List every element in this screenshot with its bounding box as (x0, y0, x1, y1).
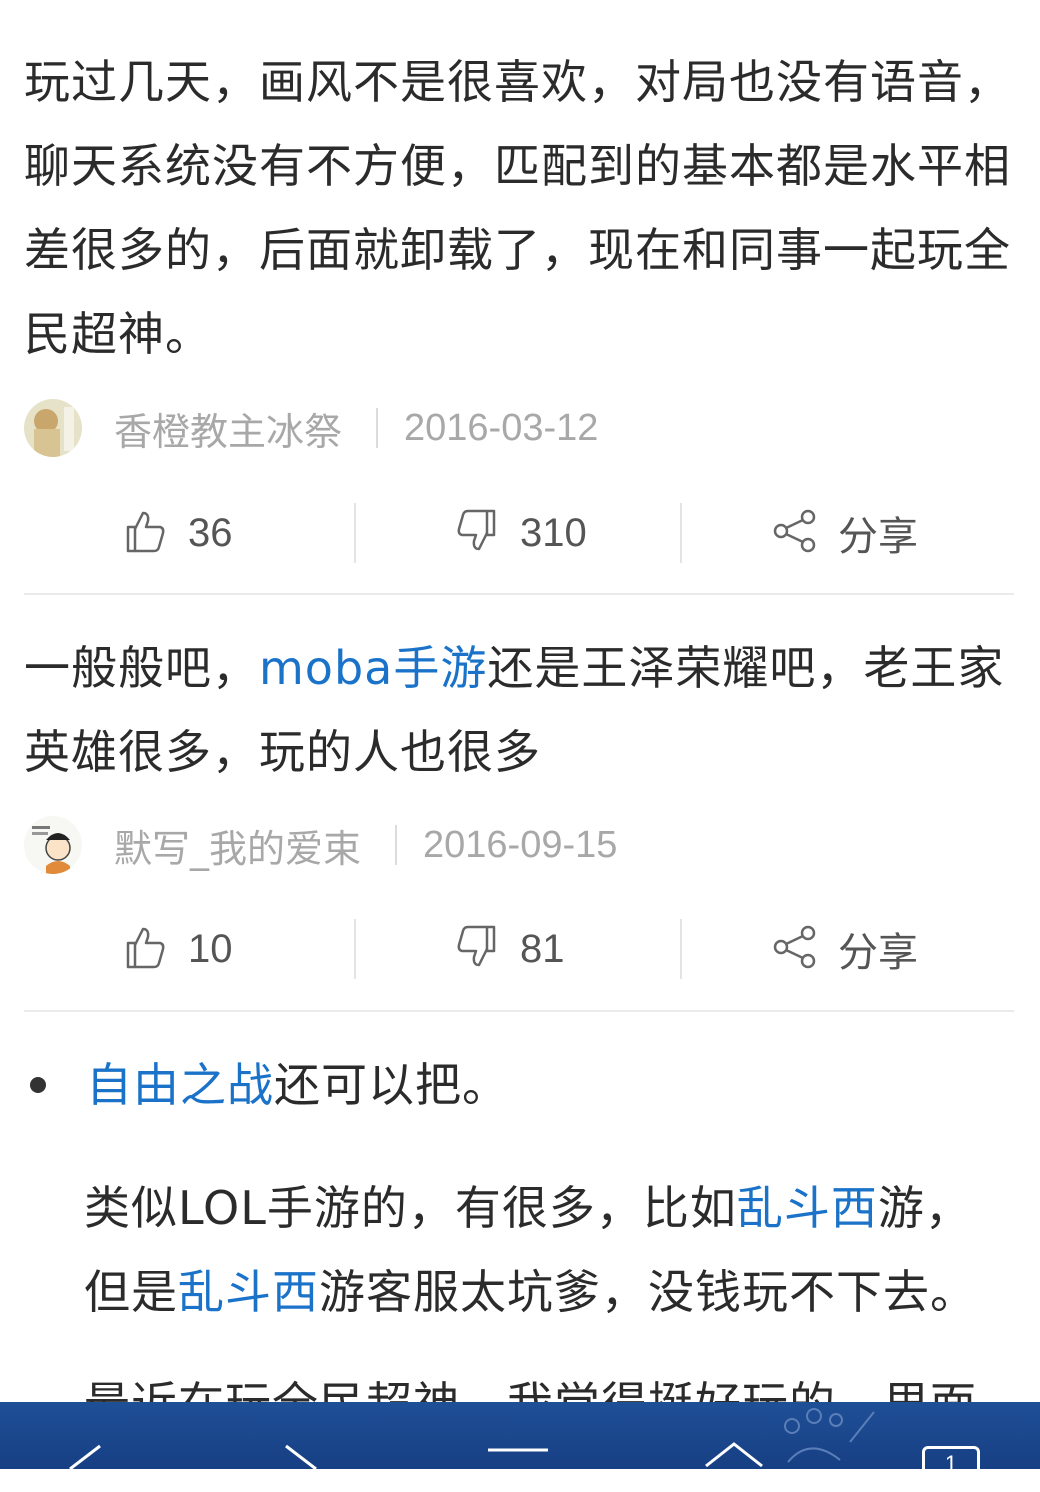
share-label: 分享 (838, 930, 918, 976)
action-divider (354, 503, 356, 563)
dislike-button[interactable]: 81 (456, 919, 565, 979)
post-date: 2016-03-12 (404, 406, 599, 449)
post-2-text: 一般般吧，moba手游还是王泽荣耀吧，老王家英雄很多，玩的人也很多 (24, 626, 1016, 794)
tab-count: 1 (944, 1451, 958, 1476)
action-divider (680, 919, 682, 979)
freedom-war-link[interactable]: 自由之战 (86, 1058, 274, 1112)
paw-watermark (770, 1402, 880, 1469)
meta-divider (376, 408, 379, 448)
action-divider (680, 503, 682, 563)
answer-p2-after: 游客服太坑爹，没钱玩不下去。 (319, 1265, 977, 1319)
back-button[interactable] (60, 1402, 110, 1471)
author-name[interactable]: 香橙教主冰祭 (114, 401, 342, 456)
home-icon (700, 1442, 770, 1473)
share-button[interactable]: 分享 (772, 503, 918, 563)
avatar[interactable] (24, 399, 82, 457)
post-2-text-before: 一般般吧， (24, 641, 259, 695)
share-label: 分享 (838, 514, 918, 560)
post-2-actions: 10 81 分享 (24, 919, 1014, 979)
answer-paragraph-2: 但是乱斗西游客服太坑爹，没钱玩不下去。 (84, 1250, 1016, 1334)
dislike-count: 81 (520, 926, 565, 971)
dislike-button[interactable]: 310 (456, 503, 587, 563)
back-icon (60, 1444, 110, 1473)
like-count: 36 (188, 510, 233, 555)
bottom-nav-bar: 1 (0, 1402, 1040, 1492)
post-1-actions: 36 310 分享 (24, 503, 1014, 563)
bullet-text: 自由之战还可以把。 (86, 1043, 1016, 1127)
thumbs-up-icon (124, 925, 166, 973)
thumbs-down-icon (456, 925, 498, 973)
menu-icon (484, 1448, 554, 1473)
paw-icon (770, 1408, 880, 1473)
post-date: 2016-09-15 (423, 823, 618, 866)
share-button[interactable]: 分享 (772, 919, 918, 979)
post-divider (24, 1010, 1014, 1012)
like-button[interactable]: 36 (124, 503, 233, 563)
share-icon (772, 509, 818, 557)
action-divider (354, 919, 356, 979)
luandou-link[interactable]: 乱斗西 (737, 1181, 878, 1235)
forward-icon (280, 1444, 330, 1473)
moba-link[interactable]: moba手游 (259, 641, 487, 695)
post-1-meta: 香橙教主冰祭 2016-03-12 (24, 398, 598, 458)
avatar[interactable] (24, 816, 82, 874)
post-2-meta: 默写_我的爱束 2016-09-15 (24, 815, 617, 875)
thumbs-down-icon (456, 509, 498, 557)
answer-p1-before: 类似LOL手游的，有很多，比如 (84, 1181, 737, 1235)
menu-button[interactable] (484, 1402, 554, 1469)
post-1-text: 玩过几天，画风不是很喜欢，对局也没有语音，聊天系统没有不方便，匹配到的基本都是水… (24, 55, 1011, 361)
author-name[interactable]: 默写_我的爱束 (114, 818, 361, 873)
bullet-rest: 还可以把。 (274, 1058, 509, 1112)
home-button[interactable] (700, 1402, 770, 1469)
thumbs-up-icon (124, 509, 166, 557)
forward-button[interactable] (280, 1402, 330, 1471)
dislike-count: 310 (520, 510, 587, 555)
meta-divider (395, 825, 398, 865)
like-button[interactable]: 10 (124, 919, 233, 979)
share-icon (772, 925, 818, 973)
like-count: 10 (188, 926, 233, 971)
tabs-button[interactable]: 1 (922, 1446, 980, 1492)
answer-paragraph-1: 类似LOL手游的，有很多，比如乱斗西游， (84, 1166, 1016, 1250)
answer-p1-after: 游， (877, 1181, 972, 1235)
post-divider (24, 593, 1014, 595)
answer-p2-before: 但是 (84, 1265, 178, 1319)
luandou-link[interactable]: 乱斗西 (178, 1265, 319, 1319)
bullet-point (30, 1077, 46, 1093)
